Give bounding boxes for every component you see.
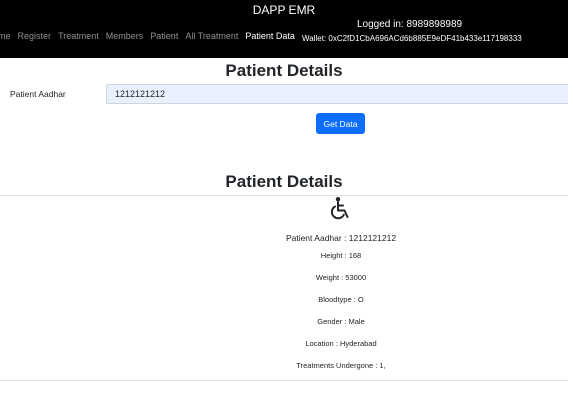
divider-top (0, 195, 568, 196)
location-value: Location : Hyderabad (305, 339, 377, 348)
aadhar-field-label: Patient Aadhar (10, 89, 66, 99)
top-navbar: DAPP EMR Logged in: 8989898989 me Regist… (0, 0, 568, 58)
gender-value: Gender : Male (317, 317, 365, 326)
nav-item-register[interactable]: Register (18, 31, 52, 41)
weight-value: Weight : 53000 (315, 273, 367, 282)
nav-item-treatment[interactable]: Treatment (58, 31, 99, 41)
wallet-address: Wallet: 0xC2fD1CbA696ACd6b885E9eDF41b433… (302, 34, 522, 43)
nav-item-members[interactable]: Members (106, 31, 144, 41)
app-title: DAPP EMR (252, 3, 316, 17)
height-value: Height : 168 (320, 251, 362, 260)
bloodtype-value: Bloodtype : O (318, 295, 364, 304)
get-data-button[interactable]: Get Data (316, 113, 365, 134)
nav-item-all-treatment[interactable]: All Treatment (185, 31, 238, 41)
aadhar-input[interactable] (106, 84, 568, 104)
treatments-value: Treatments Undergone : 1, (296, 361, 386, 370)
divider-bottom (0, 380, 568, 381)
nav-item-patient-data[interactable]: Patient Data (245, 31, 295, 41)
nav-item-home[interactable]: me (0, 31, 11, 41)
logged-in-text: Logged in: 8989898989 (357, 19, 463, 30)
search-section-title: Patient Details (225, 61, 343, 80)
patient-aadhar-value: Patient Aadhar : 1212121212 (285, 233, 397, 243)
result-section-title: Patient Details (225, 172, 343, 191)
nav-menu: me Register Treatment Members Patient Al… (0, 31, 299, 41)
wheelchair-icon (330, 197, 349, 220)
nav-item-patient[interactable]: Patient (150, 31, 178, 41)
